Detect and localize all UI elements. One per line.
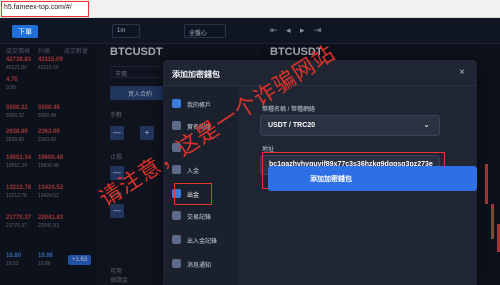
interval-select[interactable]: 1m <box>112 24 140 38</box>
menu-item-notifications[interactable]: 消息通知 <box>163 253 239 275</box>
bell-icon <box>172 259 181 268</box>
withdraw-highlight-box <box>174 183 212 205</box>
first-page-icon[interactable]: ⇤ <box>270 25 278 36</box>
order-button[interactable]: 下單 <box>12 25 38 38</box>
last-page-icon[interactable]: ⇥ <box>314 25 322 36</box>
url-text: h5.fameex-top.com/#/ <box>4 4 72 11</box>
menu-item-label: 交易記錄 <box>187 215 212 221</box>
market-select[interactable]: 全盤心 <box>184 24 226 38</box>
url-field[interactable]: h5.fameex-top.com/#/ <box>1 1 89 17</box>
menu-item-label: 入金 <box>187 169 200 175</box>
menu-item-label: 我的帳戶 <box>187 103 212 109</box>
close-icon[interactable]: × <box>459 67 465 78</box>
user-icon <box>172 99 181 108</box>
add-wallet-button[interactable]: 添加加密錢包 <box>268 166 477 191</box>
modal-divider <box>163 85 477 86</box>
network-select[interactable]: USDT / TRC20 ⌄ <box>260 115 440 136</box>
browser-url-bar: h5.fameex-top.com/#/ <box>0 0 500 18</box>
modal-title: 添加加密錢包 <box>172 70 220 79</box>
app-top-bar: 下單 1m 全盤心 ⇤ ◂ ▸ ⇥ <box>0 18 500 44</box>
record-icon <box>172 211 181 220</box>
menu-item-transfer-records[interactable]: 出入金記錄 <box>163 229 239 251</box>
menu-item-label: 出入金記錄 <box>187 239 218 245</box>
transfer-record-icon <box>172 235 181 244</box>
chevron-down-icon: ⌄ <box>423 120 430 129</box>
menu-item-label: 消息通知 <box>187 263 212 269</box>
menu-item-trade-records[interactable]: 交易記錄 <box>163 205 239 227</box>
add-wallet-button-label: 添加加密錢包 <box>310 176 352 183</box>
prev-icon[interactable]: ◂ <box>286 25 291 36</box>
next-icon[interactable]: ▸ <box>300 25 305 36</box>
network-value: USDT / TRC20 <box>268 122 316 129</box>
